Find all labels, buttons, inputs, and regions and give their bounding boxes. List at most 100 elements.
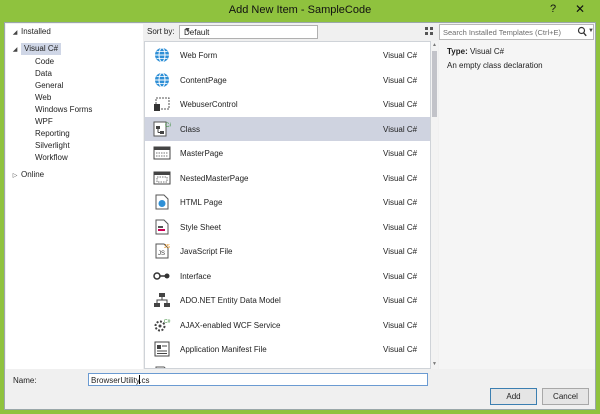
collapse-icon[interactable]: ◢ <box>9 27 21 39</box>
interface-icon <box>153 268 171 284</box>
close-button[interactable]: ✕ <box>567 0 593 18</box>
master-page-icon <box>153 145 171 161</box>
template-name: HTML Page <box>180 198 223 207</box>
template-language: Visual C# <box>383 100 418 109</box>
template-row[interactable]: MasterPage Visual C# <box>145 141 430 165</box>
tree-item-visual-csharp[interactable]: ◢ Visual C# <box>9 43 62 56</box>
entity-model-icon <box>153 292 171 308</box>
tree-item-data[interactable]: Data <box>35 68 52 80</box>
manifest-file-icon <box>153 341 171 357</box>
details-panel: Search Installed Templates (Ctrl+E) ▼ Ty… <box>439 24 595 369</box>
sort-toolbar: Sort by: Default ▼ <box>144 24 452 40</box>
template-row[interactable]: ContentPage Visual C# <box>145 68 430 92</box>
template-language: Visual C# <box>383 124 418 134</box>
template-name: Class <box>180 124 201 134</box>
svg-text:JS: JS <box>158 251 165 257</box>
name-label: Name: <box>13 376 37 385</box>
grid-view-icon <box>425 27 433 35</box>
svg-text:C#: C# <box>165 123 171 129</box>
collapse-icon[interactable]: ◢ <box>9 44 21 56</box>
template-name: ContentPage <box>180 75 227 85</box>
tree-item-installed[interactable]: ◢ Installed <box>9 26 51 38</box>
tree-item-code[interactable]: Code <box>35 56 54 68</box>
template-language: Visual C# <box>383 296 418 305</box>
template-tree: ◢ Installed ◢ Visual C# Code Data General Web… <box>6 24 143 369</box>
tree-item-web[interactable]: Web <box>35 92 51 104</box>
html-page-icon <box>153 194 171 210</box>
tree-item-reporting[interactable]: Reporting <box>35 128 70 140</box>
small-icons-view-button[interactable] <box>423 25 436 38</box>
template-language: Visual C# <box>383 247 418 256</box>
template-panel: Sort by: Default ▼ Web Form Visual C# Co… <box>144 24 452 369</box>
template-row[interactable]: Interface Visual C# <box>145 264 430 288</box>
cancel-button[interactable]: Cancel <box>542 388 589 405</box>
template-language: Visual C# <box>383 222 418 232</box>
help-button[interactable]: ? <box>546 0 560 18</box>
scroll-down-icon[interactable]: ▼ <box>431 361 438 367</box>
search-icon[interactable] <box>577 26 587 38</box>
template-row[interactable]: Style Sheet Visual C# <box>145 215 430 239</box>
detail-type: Type: Visual C# <box>447 47 504 56</box>
template-row[interactable]: ADO.NET Entity Data Model Visual C# <box>145 288 430 312</box>
template-name: MasterPage <box>180 149 224 158</box>
tree-item-workflow[interactable]: Workflow <box>35 152 68 164</box>
class-icon: C# <box>153 121 173 137</box>
assembly-info-icon <box>153 366 171 368</box>
template-name: Style Sheet <box>180 222 221 232</box>
dialog-window: Add New Item - SampleCode ? ✕ ◢ Installed… <box>0 0 600 414</box>
user-control-icon <box>153 96 171 112</box>
template-row[interactable]: HTML Page Visual C# <box>145 190 430 214</box>
template-language: Visual C# <box>383 271 418 281</box>
template-name: Web Form <box>180 51 218 60</box>
template-name: WebuserControl <box>180 100 238 109</box>
name-field[interactable]: BrowserUtility.cs <box>88 373 428 386</box>
template-name: Application Manifest File <box>180 345 267 354</box>
javascript-file-icon: JS JS <box>153 243 171 259</box>
template-name: ADO.NET Entity Data Model <box>180 296 281 305</box>
add-button[interactable]: Add <box>490 388 537 405</box>
template-row[interactable]: Web Form Visual C# <box>145 43 430 67</box>
tree-item-online[interactable]: ▷ Online <box>9 169 44 181</box>
template-name: NestedMasterPage <box>180 173 249 183</box>
template-row[interactable]: C# Class Visual C# <box>145 116 430 141</box>
detail-type-label: Type: <box>447 47 468 56</box>
template-name: AJAX-enabled WCF Service <box>180 320 281 330</box>
template-language: Visual C# <box>383 149 418 158</box>
template-row[interactable]: NestedMasterPage Visual C# <box>145 166 430 190</box>
detail-description: An empty class declaration <box>447 61 543 70</box>
sort-dropdown[interactable]: Default ▼ <box>179 25 318 39</box>
template-row[interactable]: WebuserControl Visual C# <box>145 92 430 116</box>
tree-item-wpf[interactable]: WPF <box>35 116 53 128</box>
template-name: Interface <box>180 271 212 281</box>
wcf-service-icon: C# <box>153 317 171 333</box>
template-name: JavaScript File <box>180 247 233 256</box>
template-list-scrollbar[interactable]: ▲ ▼ <box>431 41 438 369</box>
template-language: Visual C# <box>383 173 418 183</box>
template-row[interactable]: Assembly Information FileVisual C# <box>145 362 430 368</box>
text-cursor <box>139 375 140 384</box>
template-language: Visual C# <box>383 320 418 330</box>
scroll-up-icon[interactable]: ▲ <box>431 42 438 48</box>
tree-item-windows-forms[interactable]: Windows Forms <box>35 104 92 116</box>
svg-text:C#: C# <box>164 319 171 325</box>
globe-icon <box>153 72 171 88</box>
style-sheet-icon <box>153 219 171 235</box>
template-language: Visual C# <box>383 51 418 60</box>
search-dropdown-icon[interactable]: ▼ <box>588 28 594 34</box>
template-language: Visual C# <box>383 345 418 354</box>
chevron-down-icon: ▼ <box>184 27 191 34</box>
template-row[interactable]: JS JS JavaScript File Visual C# <box>145 239 430 263</box>
template-row[interactable]: Application Manifest File Visual C# <box>145 337 430 361</box>
search-input[interactable]: Search Installed Templates (Ctrl+E) ▼ <box>439 24 594 40</box>
expand-icon[interactable]: ▷ <box>9 170 21 182</box>
search-placeholder: Search Installed Templates (Ctrl+E) <box>443 28 562 37</box>
scrollbar-thumb[interactable] <box>432 51 437 117</box>
tree-item-silverlight[interactable]: Silverlight <box>35 140 70 152</box>
template-list: Web Form Visual C# ContentPage Visual C# Web… <box>144 41 431 369</box>
tree-item-general[interactable]: General <box>35 80 63 92</box>
title-bar: Add New Item - SampleCode ? ✕ <box>0 0 600 22</box>
dialog-client: ◢ Installed ◢ Visual C# Code Data General Web… <box>4 22 596 410</box>
window-title: Add New Item - SampleCode <box>228 4 372 16</box>
template-row[interactable]: C# AJAX-enabled WCF Service Visual C# <box>145 313 430 337</box>
sort-label: Sort by: <box>147 27 175 36</box>
